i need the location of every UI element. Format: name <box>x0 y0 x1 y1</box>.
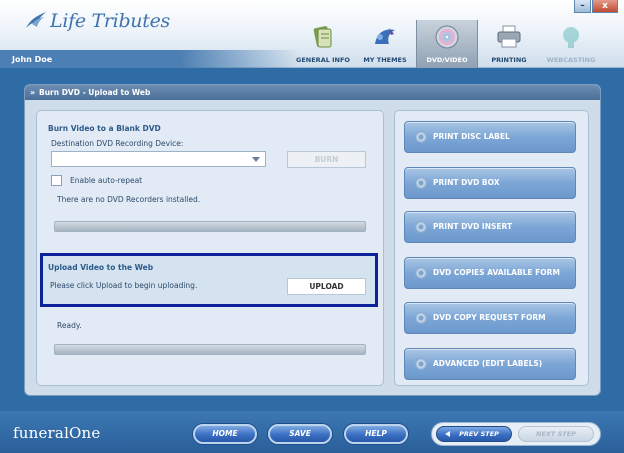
app-footer: funeralOne HOME SAVE HELP PREV STEP NEXT… <box>0 411 624 453</box>
logo-text: Life Tributes <box>50 10 170 32</box>
button-label: ADVANCED (EDIT LABELS) <box>433 359 543 368</box>
burn-status: There are no DVD Recorders installed. <box>57 195 201 204</box>
save-button[interactable]: SAVE <box>268 424 332 444</box>
print-disc-label-button[interactable]: PRINT DISC LABEL <box>404 121 576 153</box>
minimize-button[interactable]: – <box>574 0 591 13</box>
brand-logo: funeralOne <box>13 424 101 442</box>
device-label: Destination DVD Recording Device: <box>51 139 184 148</box>
disc-icon <box>415 312 427 324</box>
prev-step-button[interactable]: PREV STEP <box>436 426 512 442</box>
dvd-copy-request-form-button[interactable]: DVD COPY REQUEST FORM <box>404 302 576 334</box>
burn-progress-bar <box>54 221 366 232</box>
advanced-edit-labels-button[interactable]: ADVANCED (EDIT LABELS) <box>404 348 576 380</box>
themes-icon <box>375 28 395 44</box>
home-button[interactable]: HOME <box>193 424 257 444</box>
nav-my-themes[interactable]: MY THEMES <box>354 20 416 68</box>
nav-general-info[interactable]: GENERAL INFO <box>292 20 354 68</box>
nav-label: PRINTING <box>491 56 527 64</box>
print-dvd-insert-button[interactable]: PRINT DVD INSERT <box>404 211 576 243</box>
auto-repeat-label: Enable auto-repeat <box>70 176 143 185</box>
disc-icon <box>415 267 427 279</box>
nav-label: DVD/VIDEO <box>426 56 468 64</box>
prev-step-label: PREV STEP <box>459 430 499 438</box>
dove-logo-icon <box>26 12 46 28</box>
print-actions-panel: PRINT DISC LABEL PRINT DVD BOX PRINT DVD… <box>394 110 589 386</box>
nav-label: WEBCASTING <box>546 56 596 64</box>
main-frame: Burn DVD - Upload to Web Burn Video to a… <box>24 84 601 396</box>
auto-repeat-checkbox[interactable] <box>51 175 62 186</box>
help-button[interactable]: HELP <box>344 424 408 444</box>
upload-button[interactable]: UPLOAD <box>287 278 366 295</box>
disc-icon <box>415 221 427 233</box>
burn-button[interactable]: BURN <box>287 151 366 168</box>
burn-heading: Burn Video to a Blank DVD <box>48 124 161 133</box>
printer-icon <box>497 25 521 48</box>
button-label: PRINT DVD BOX <box>433 178 500 187</box>
upload-status: Ready. <box>57 321 82 330</box>
disc-icon <box>415 177 427 189</box>
arrow-left-icon <box>445 431 450 437</box>
button-label: DVD COPIES AVAILABLE FORM <box>433 268 560 277</box>
button-label: DVD COPY REQUEST FORM <box>433 313 546 322</box>
button-label: PRINT DISC LABEL <box>433 132 510 141</box>
app-logo: Life Tributes <box>24 10 170 32</box>
upload-section-highlight: Upload Video to the Web Please click Upl… <box>40 253 378 307</box>
button-label: PRINT DVD INSERT <box>433 222 513 231</box>
upload-progress-bar <box>54 344 366 355</box>
disc-icon <box>415 131 427 143</box>
window-controls: – x <box>574 0 618 14</box>
user-name: John Doe <box>12 55 53 64</box>
nav-dvd-video[interactable]: DVD/VIDEO <box>416 20 478 68</box>
nav-label: GENERAL INFO <box>296 56 350 64</box>
burn-upload-panel: Burn Video to a Blank DVD Destination DV… <box>36 110 384 386</box>
next-step-button[interactable]: NEXT STEP <box>518 426 594 442</box>
document-icon <box>313 26 332 48</box>
upload-instruction: Please click Upload to begin uploading. <box>50 281 198 290</box>
disc-icon <box>415 358 427 370</box>
dvd-disc-icon <box>435 25 459 49</box>
frame-title: Burn DVD - Upload to Web <box>25 85 600 100</box>
chevron-down-icon[interactable] <box>252 157 260 162</box>
nav-label: MY THEMES <box>363 56 407 64</box>
dvd-copies-available-form-button[interactable]: DVD COPIES AVAILABLE FORM <box>404 257 576 289</box>
step-navigation: PREV STEP NEXT STEP <box>431 422 601 446</box>
print-dvd-box-button[interactable]: PRINT DVD BOX <box>404 167 576 199</box>
webcast-icon <box>563 27 579 48</box>
main-nav: GENERAL INFO MY THEMES DVD/VIDEO PRINTIN… <box>292 20 602 68</box>
nav-printing[interactable]: PRINTING <box>478 20 540 68</box>
app-header: Life Tributes John Doe GENERAL INFO MY T… <box>0 0 624 68</box>
close-button[interactable]: x <box>592 0 618 13</box>
upload-heading: Upload Video to the Web <box>48 263 154 272</box>
nav-webcasting[interactable]: WEBCASTING <box>540 20 602 68</box>
device-dropdown[interactable] <box>51 151 266 167</box>
